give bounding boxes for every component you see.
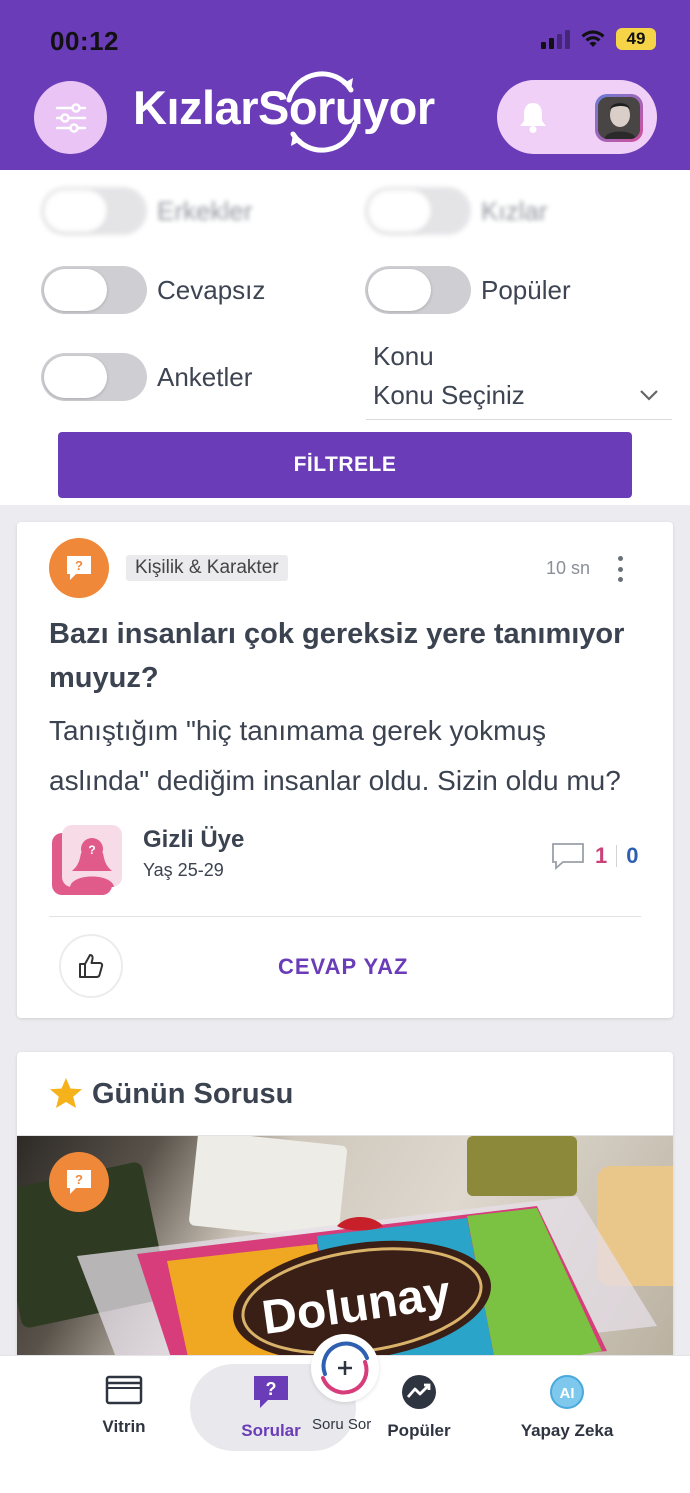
filter-toggle-populer[interactable]: Popüler [365, 266, 571, 314]
chevron-down-icon [640, 390, 658, 401]
author-age: Yaş 25-29 [143, 860, 224, 880]
question-time: 10 sn [546, 558, 591, 578]
ask-question-button[interactable] [311, 1334, 379, 1402]
thumbs-up-icon [79, 954, 104, 978]
showcase-icon [105, 1375, 143, 1405]
question-stats: 1 0 [551, 842, 639, 870]
status-icons: 49 [541, 28, 656, 50]
anonymous-female-avatar-icon: ? [52, 825, 122, 895]
like-button[interactable] [59, 934, 123, 998]
ai-icon: AI [550, 1375, 584, 1409]
sliders-icon [55, 102, 86, 133]
card-divider [49, 916, 641, 917]
stat-divider [616, 845, 618, 867]
question-body[interactable]: Tanıştığım "hiç tanımama gerek yokmuş as… [49, 706, 649, 806]
toggle-label: Popüler [481, 274, 571, 305]
toggle-switch[interactable] [365, 266, 471, 314]
app-header: 00:12 49 KızlarSoruyor [0, 0, 690, 170]
bottom-navigation: Vitrin ? Sorular Soru Sor Popüler AI Yap… [0, 1334, 690, 1493]
filter-toggle-button[interactable] [34, 81, 107, 154]
toggle-switch[interactable] [41, 353, 147, 401]
trending-icon [402, 1375, 436, 1409]
user-avatar[interactable] [595, 94, 643, 142]
toggle-label: Anketler [157, 361, 253, 392]
svg-text:AI: AI [560, 1385, 575, 1402]
filter-toggle-erkekler[interactable]: Erkekler [41, 187, 252, 235]
toggle-switch[interactable] [365, 187, 471, 235]
signal-icon [541, 29, 570, 49]
question-of-day-header: Günün Sorusu [17, 1052, 673, 1136]
question-of-day-title: Günün Sorusu [92, 1078, 294, 1110]
toggle-label: Cevapsız [157, 274, 266, 305]
filter-submit-button[interactable]: FİLTRELE [58, 432, 632, 498]
question-icon: ? [254, 1376, 288, 1408]
svg-text:?: ? [88, 843, 95, 857]
svg-text:?: ? [75, 1172, 83, 1187]
category-tag[interactable]: Kişilik & Karakter [126, 555, 288, 581]
status-time: 00:12 [50, 26, 119, 56]
answer-count: 1 [595, 843, 608, 868]
topic-select-value: Konu Seçiniz [373, 380, 525, 410]
topic-label: Konu [373, 341, 434, 371]
svg-text:?: ? [266, 1379, 277, 1399]
toggle-switch[interactable] [41, 187, 147, 235]
ask-question-label[interactable]: Soru Sor [312, 1416, 371, 1433]
logo-text: KızlarSoruyor [133, 81, 435, 134]
comment-icon [552, 843, 584, 870]
nav-label: Vitrin [102, 1417, 146, 1436]
svg-text:?: ? [75, 558, 83, 573]
topic-select[interactable]: Konu Seçiniz [366, 378, 672, 420]
filter-toggle-anketler[interactable]: Anketler [41, 353, 252, 401]
question-card[interactable]: ? Kişilik & Karakter 10 sn Bazı insanlar… [17, 522, 673, 1018]
nav-label: Yapay Zeka [520, 1421, 614, 1440]
toggle-switch[interactable] [41, 266, 147, 314]
question-of-day-card[interactable]: Günün Sorusu Dolunay ? [17, 1052, 673, 1372]
nav-item-populer[interactable]: Popüler [386, 1374, 452, 1441]
star-icon [50, 1078, 82, 1108]
app-logo[interactable]: KızlarSoruyor [133, 71, 473, 153]
wifi-icon [581, 30, 605, 47]
filter-toggle-kizlar[interactable]: Kızlar [365, 187, 547, 235]
question-type-icon: ? [49, 1152, 109, 1212]
author-name: Gizli Üye [143, 826, 245, 853]
nav-item-vitrin[interactable]: Vitrin [93, 1374, 155, 1437]
add-question-icon [321, 1341, 369, 1395]
answer-button[interactable]: CEVAP YAZ [278, 954, 408, 980]
bell-icon[interactable] [517, 100, 549, 134]
nav-item-sorular[interactable]: ? Sorular [235, 1374, 307, 1441]
header-actions [497, 80, 657, 154]
question-title[interactable]: Bazı insanları çok gereksiz yere tanımıy… [49, 612, 639, 700]
nav-item-yapay-zeka[interactable]: AI Yapay Zeka [518, 1374, 616, 1441]
nav-label: Popüler [387, 1421, 451, 1440]
battery-indicator: 49 [616, 28, 656, 50]
question-type-icon: ? [49, 538, 109, 598]
filter-toggle-cevapsiz[interactable]: Cevapsız [41, 266, 265, 314]
user-photo-icon [598, 97, 640, 139]
more-options-icon[interactable] [615, 556, 625, 582]
like-count: 0 [626, 843, 639, 868]
toggle-label: Kızlar [481, 195, 548, 226]
nav-label: Sorular [241, 1421, 301, 1440]
toggle-label: Erkekler [157, 195, 253, 226]
